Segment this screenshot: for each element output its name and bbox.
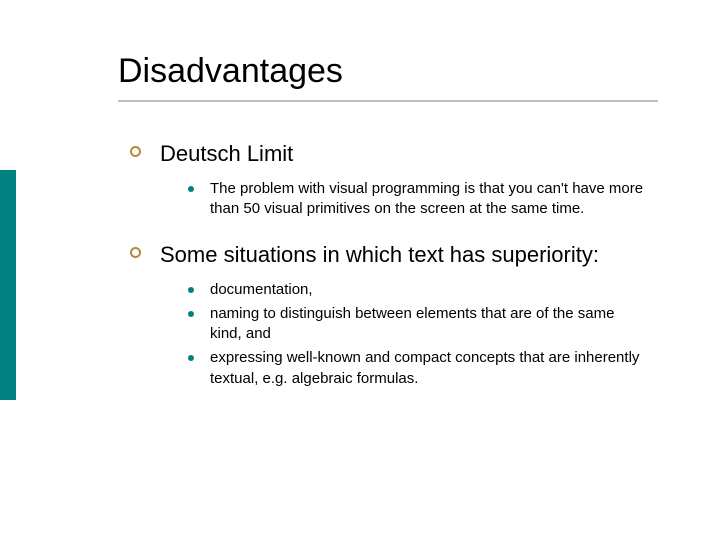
title-underline xyxy=(118,100,658,102)
list-item: Deutsch Limit xyxy=(130,140,650,169)
sub-list-item: documentation, xyxy=(188,280,650,300)
sub-list-item: naming to distinguish between elements t… xyxy=(188,304,650,345)
dot-bullet-icon xyxy=(188,186,194,192)
dot-bullet-icon xyxy=(188,287,194,293)
accent-sidebar xyxy=(0,170,16,400)
dot-bullet-icon xyxy=(188,355,194,361)
list-item-text: Some situations in which text has superi… xyxy=(160,242,599,267)
list-item-text: Deutsch Limit xyxy=(160,141,293,166)
list-item: Some situations in which text has superi… xyxy=(130,241,650,270)
circle-bullet-icon xyxy=(130,247,141,258)
slide-content: Deutsch Limit The problem with visual pr… xyxy=(130,140,650,411)
sub-list-item-text: The problem with visual programming is t… xyxy=(210,180,643,217)
slide-title: Disadvantages xyxy=(118,52,343,91)
slide: Disadvantages Deutsch Limit The problem … xyxy=(0,0,720,540)
dot-bullet-icon xyxy=(188,311,194,317)
sub-list-item-text: naming to distinguish between elements t… xyxy=(210,305,614,342)
sub-list: documentation, naming to distinguish bet… xyxy=(188,280,650,389)
sub-list-item: The problem with visual programming is t… xyxy=(188,179,650,220)
sub-list: The problem with visual programming is t… xyxy=(188,179,650,220)
sub-list-item: expressing well-known and compact concep… xyxy=(188,348,650,389)
sub-list-item-text: documentation, xyxy=(210,281,313,298)
sub-list-item-text: expressing well-known and compact concep… xyxy=(210,349,639,386)
circle-bullet-icon xyxy=(130,146,141,157)
